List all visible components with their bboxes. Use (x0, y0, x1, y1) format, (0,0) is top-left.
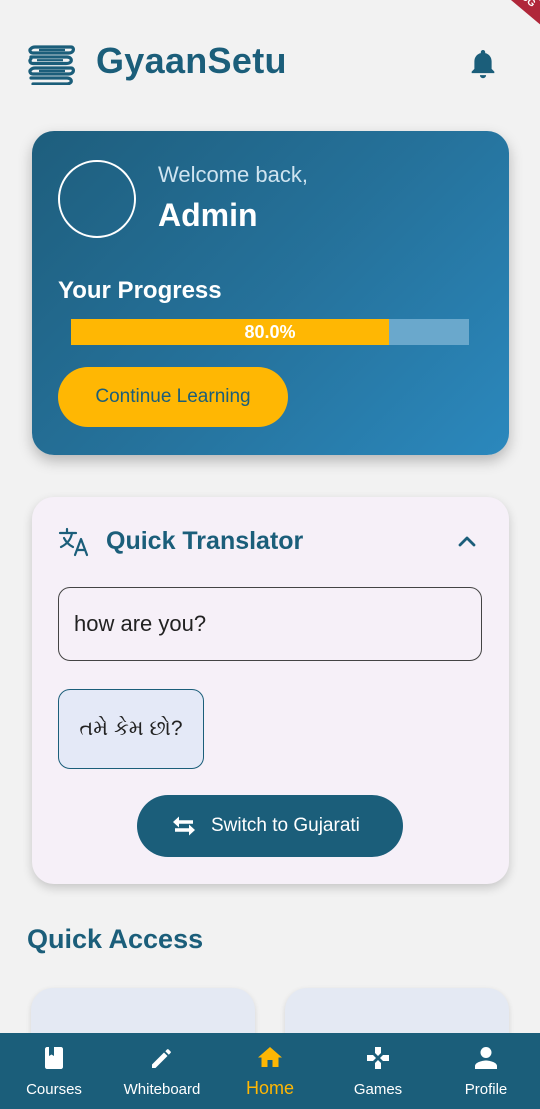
books-stack-icon (28, 45, 75, 85)
nav-label-home: Home (245, 1078, 294, 1098)
gamepad-icon (367, 1047, 389, 1069)
bell-icon[interactable] (468, 48, 498, 80)
avatar[interactable] (58, 160, 136, 238)
nav-item-courses[interactable]: Courses (0, 1033, 108, 1109)
translate-input[interactable]: how are you? (58, 587, 482, 661)
nav-label-games: Games (353, 1081, 403, 1098)
person-icon (475, 1047, 497, 1069)
nav-item-games[interactable]: Games (324, 1033, 432, 1109)
app-title: GyaanSetu (96, 40, 287, 81)
switch-language-label: Switch to Gujarati (211, 815, 360, 836)
bottom-navigation: Courses Whiteboard Home Games Profile (0, 1033, 540, 1109)
app-header: GyaanSetu (0, 0, 540, 120)
chevron-up-icon[interactable] (454, 529, 480, 553)
pencil-icon (152, 1049, 171, 1068)
quick-translator-card: Quick Translator how are you? તમે કેમ છો… (32, 497, 509, 884)
home-icon (258, 1047, 282, 1067)
user-name: Admin (158, 197, 258, 233)
welcome-greeting: Welcome back, (158, 162, 308, 187)
nav-item-whiteboard[interactable]: Whiteboard (108, 1033, 216, 1109)
nav-item-profile[interactable]: Profile (432, 1033, 540, 1109)
translate-icon (58, 527, 89, 557)
switch-language-button[interactable]: Switch to Gujarati (137, 795, 403, 857)
nav-label-courses: Courses (26, 1081, 82, 1098)
translator-title: Quick Translator (106, 527, 304, 555)
progress-label: Your Progress (58, 277, 222, 304)
progress-percent: 80.0% (244, 322, 296, 342)
progress-bar: 80.0% (71, 319, 469, 345)
swap-arrows-icon (173, 816, 195, 836)
nav-label-whiteboard: Whiteboard (123, 1081, 201, 1098)
book-icon (45, 1047, 63, 1069)
translation-output: તમે કેમ છો? (58, 689, 204, 769)
nav-item-home[interactable]: Home (216, 1033, 324, 1109)
continue-learning-button[interactable]: Continue Learning (58, 367, 288, 427)
nav-label-profile: Profile (464, 1081, 508, 1098)
quick-access-title: Quick Access (27, 924, 204, 954)
welcome-card: Welcome back, Admin Your Progress 80.0% … (32, 131, 509, 455)
